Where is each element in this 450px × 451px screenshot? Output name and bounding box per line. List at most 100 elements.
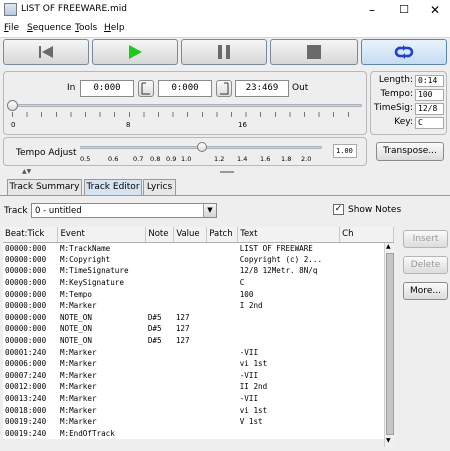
- track-select-value: 0 - untitled: [35, 206, 82, 216]
- table-row[interactable]: 00000:000 M:Copyright Copyright (c) 2...: [3, 254, 394, 266]
- table-row[interactable]: 00000:000 M:Tempo 100: [3, 288, 394, 300]
- table-cell: 127: [175, 312, 190, 322]
- table-row[interactable]: 00001:240 M:Marker -VII: [3, 346, 394, 358]
- table-cell: M:KeySignature: [59, 278, 124, 288]
- tempo-tick-label: 1.8: [281, 155, 292, 163]
- table-cell: 00001:240: [5, 347, 47, 357]
- pause-button[interactable]: [181, 39, 267, 65]
- transpose-button[interactable]: Transpose...: [376, 142, 444, 161]
- tab-track-editor[interactable]: Track Editor: [84, 179, 142, 195]
- menu-file[interactable]: File: [4, 23, 19, 33]
- table-row[interactable]: 00012:000 M:Marker II 2nd: [3, 381, 394, 393]
- table-cell: [146, 346, 174, 358]
- table-cell: 00019:240: [5, 428, 47, 438]
- table-row[interactable]: 00000:000 M:TrackName LIST OF FREEWARE: [3, 242, 394, 254]
- maximize-button[interactable]: ☐: [389, 0, 419, 20]
- table-row[interactable]: 00019:240 M:Marker V 1st: [3, 416, 394, 428]
- minimize-button[interactable]: –: [357, 0, 387, 20]
- table-cell: [146, 381, 174, 393]
- length-label: Length:: [378, 75, 413, 85]
- column-header[interactable]: Event: [57, 227, 147, 243]
- table-cell: M:TrackName: [59, 243, 111, 253]
- delete-button[interactable]: Delete: [403, 256, 448, 274]
- table-cell: [174, 381, 207, 393]
- table-row[interactable]: 00018:000 M:Marker vi 1st: [3, 404, 394, 416]
- table-cell: [207, 428, 238, 440]
- table-cell: M:TimeSignature: [59, 266, 129, 276]
- window-title: LIST OF FREEWARE.mid: [21, 4, 128, 14]
- scrollbar-thumb[interactable]: [386, 253, 394, 435]
- table-cell: 00000:000: [5, 289, 47, 299]
- column-header[interactable]: Text: [237, 227, 341, 243]
- splitter-grip-icon[interactable]: [220, 171, 234, 173]
- table-cell: [207, 242, 238, 254]
- table-row[interactable]: 00013:240 M:Marker -VII: [3, 393, 394, 405]
- table-row[interactable]: 00000:000 M:TimeSignature 12/8 12Metr. 8N/…: [3, 265, 394, 277]
- splitter-collapse-icon[interactable]: ▲▼: [22, 168, 31, 175]
- table-cell: [207, 265, 238, 277]
- table-cell: M:EndOfTrack: [59, 428, 115, 438]
- menu-help[interactable]: Help: [104, 23, 125, 33]
- title-bar: LIST OF FREEWARE.mid – ☐ ✕: [0, 0, 450, 20]
- table-cell: 00000:000: [5, 336, 47, 346]
- table-row[interactable]: 00000:000NOTE_OND#51270: [3, 323, 394, 335]
- table-row[interactable]: 00007:240 M:Marker -VII: [3, 370, 394, 382]
- table-scrollbar[interactable]: ▲ ▼: [384, 243, 394, 447]
- table-cell: [207, 404, 238, 416]
- scroll-up-icon[interactable]: ▲: [386, 243, 391, 250]
- table-cell: NOTE_ON: [59, 336, 92, 346]
- column-header[interactable]: Note: [145, 227, 175, 243]
- menu-sequence[interactable]: Sequence: [27, 23, 71, 33]
- table-cell: 00000:000: [5, 254, 47, 264]
- stop-button[interactable]: [270, 39, 358, 65]
- table-row[interactable]: 00019:240 M:EndOfTrack: [3, 428, 394, 440]
- play-button[interactable]: [92, 39, 178, 65]
- column-header[interactable]: Ch: [339, 227, 394, 243]
- insert-button[interactable]: Insert: [403, 230, 448, 248]
- in-time-field[interactable]: 0:000: [80, 80, 134, 97]
- tab-track-summary[interactable]: Track Summary: [7, 179, 82, 195]
- table-cell: M:Marker: [59, 405, 97, 415]
- scroll-down-icon[interactable]: ▼: [386, 437, 391, 444]
- table-cell: [207, 346, 238, 358]
- skip-to-start-icon: [39, 46, 53, 58]
- show-notes-checkbox[interactable]: ✓: [333, 204, 344, 215]
- close-button[interactable]: ✕: [420, 0, 450, 20]
- table-cell: 00000:000: [5, 301, 47, 311]
- out-time-field[interactable]: 23:469: [235, 80, 289, 97]
- set-out-button[interactable]: [216, 80, 232, 97]
- table-row[interactable]: 00006:000 M:Marker vi 1st: [3, 358, 394, 370]
- table-header-row: Beat:Tick Event Note Value Patch Text Ch: [3, 227, 394, 243]
- table-cell: M:Marker: [59, 370, 97, 380]
- table-cell: [207, 300, 238, 312]
- table-cell: [207, 277, 238, 289]
- table-row[interactable]: 00000:000NOTE_OND#51270: [3, 335, 394, 347]
- rewind-button[interactable]: [3, 39, 89, 65]
- table-cell: [146, 300, 174, 312]
- column-header[interactable]: Patch: [206, 227, 239, 243]
- position-thumb[interactable]: [7, 100, 18, 111]
- table-cell: 00007:240: [5, 370, 47, 380]
- column-header[interactable]: Value: [173, 227, 208, 243]
- more-button[interactable]: More...: [403, 282, 448, 300]
- menu-tools[interactable]: Tools: [75, 23, 97, 33]
- table-cell: 00000:000: [5, 243, 47, 253]
- table-row[interactable]: 00000:000 M:KeySignature C: [3, 277, 394, 289]
- table-row[interactable]: 00000:000NOTE_OND#51270: [3, 312, 394, 324]
- set-in-button[interactable]: [138, 80, 154, 97]
- tempo-slider-thumb[interactable]: [197, 142, 207, 152]
- loop-button[interactable]: [361, 39, 447, 65]
- table-row[interactable]: 00000:000 M:Marker I 2nd: [3, 300, 394, 312]
- table-cell: 00018:000: [5, 405, 47, 415]
- table-cell: [174, 393, 207, 405]
- tab-lyrics[interactable]: Lyrics: [143, 179, 176, 195]
- pause-icon: [218, 45, 230, 59]
- table-cell: D#5: [147, 312, 162, 322]
- track-select[interactable]: 0 - untitled ▼: [31, 203, 217, 218]
- column-header[interactable]: Beat:Tick: [3, 227, 59, 243]
- position-track[interactable]: [12, 104, 362, 107]
- start-time-field[interactable]: 0:000: [158, 80, 212, 97]
- position-tick-label: 0: [11, 121, 16, 129]
- tempo-adjust-value[interactable]: 1.00: [333, 144, 357, 158]
- table-cell: M:Marker: [59, 347, 97, 357]
